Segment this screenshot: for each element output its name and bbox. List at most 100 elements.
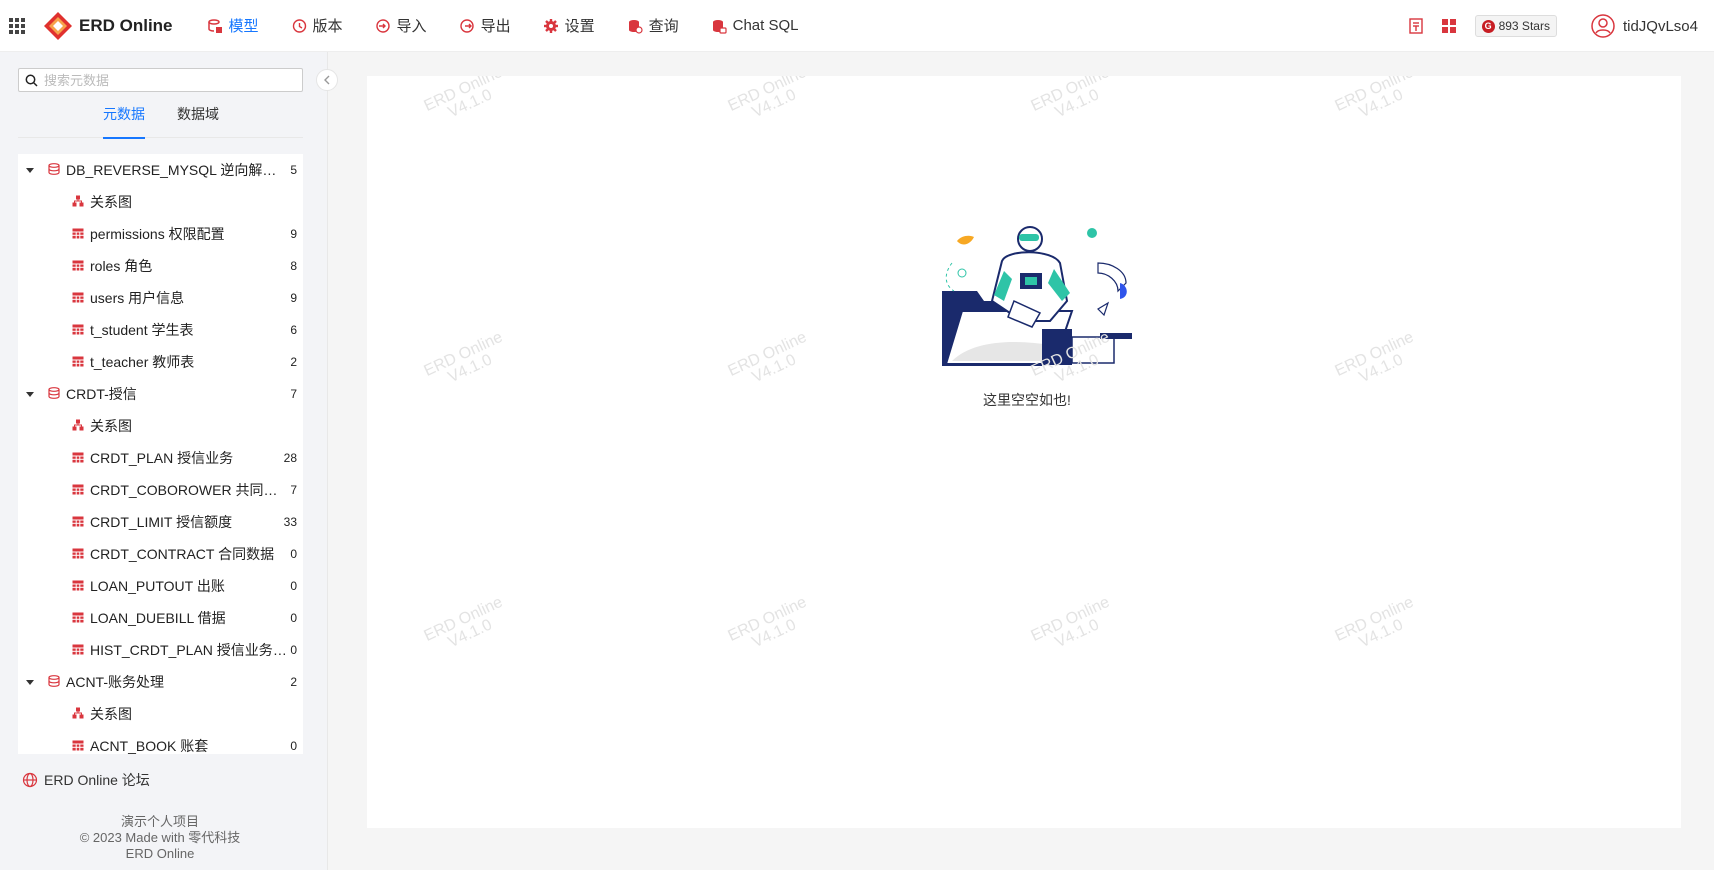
tree-node-icon	[72, 482, 84, 498]
tree-database-node[interactable]: ACNT-账务处理 2	[18, 666, 303, 698]
tree-node-count: 6	[290, 323, 297, 337]
table-icon	[72, 740, 84, 751]
tree-table-node[interactable]: CRDT_LIMIT 授信额度 33	[18, 506, 303, 538]
tree-table-node[interactable]: CRDT_PLAN 授信业务 28	[18, 442, 303, 474]
tree-node-count: 28	[283, 451, 297, 465]
database-icon	[48, 387, 60, 399]
collapse-sidebar-button[interactable]	[316, 69, 338, 91]
nav-settings[interactable]: 设置	[527, 0, 611, 52]
nav-query[interactable]: 查询	[611, 0, 695, 52]
metadata-search[interactable]	[18, 68, 303, 92]
table-icon	[72, 324, 84, 335]
tree-database-node[interactable]: CRDT-授信 7	[18, 378, 303, 410]
nav-settings-label: 设置	[564, 18, 595, 35]
tree-relation-graph[interactable]: 关系图	[18, 698, 303, 730]
watermark-line: ERD Online	[1332, 76, 1417, 115]
tree-relation-graph[interactable]: 关系图	[18, 410, 303, 442]
nav-export[interactable]: 导出	[443, 0, 527, 52]
empty-message: 这里空空如也!	[983, 392, 1071, 408]
tree-table-node[interactable]: LOAN_PUTOUT 出账 0	[18, 570, 303, 602]
caret-down-icon[interactable]	[26, 391, 34, 397]
forum-label: ERD Online 论坛	[44, 772, 150, 788]
tree-node-icon	[72, 418, 84, 434]
tree-node-icon	[72, 546, 84, 562]
app-grid-icon[interactable]	[9, 17, 25, 34]
tree-table-node[interactable]: CRDT_CONTRACT 合同数据 0	[18, 538, 303, 570]
header-tools: G 893 Stars tidJQvLso4	[1408, 0, 1714, 52]
tree-node-count: 2	[290, 355, 297, 369]
grid-squares-icon[interactable]	[1441, 18, 1457, 34]
username: tidJQvLso4	[1622, 17, 1698, 35]
tree-node-icon	[48, 386, 60, 402]
watermark: ERD Online V4.1.0	[719, 326, 823, 397]
tree-node-icon	[72, 642, 84, 658]
sidebar-tabs: 元数据 数据域	[18, 92, 303, 139]
tree-table-node[interactable]: CRDT_COBOROWER 共同借款人 7	[18, 474, 303, 506]
table-icon	[72, 548, 84, 559]
tree-node-count: 7	[290, 483, 297, 497]
search-input[interactable]	[44, 72, 284, 88]
user-menu[interactable]: tidJQvLso4	[1591, 14, 1698, 38]
watermark: ERD Online V4.1.0	[1022, 591, 1126, 662]
table-icon	[72, 356, 84, 367]
watermark: ERD Online V4.1.0	[1326, 76, 1430, 133]
watermark-line: V4.1.0	[445, 616, 495, 652]
nav-version-label: 版本	[312, 18, 343, 35]
tab-data-domain[interactable]: 数据域	[177, 92, 219, 138]
watermark-line: ERD Online	[1332, 328, 1417, 380]
tree-node-icon	[72, 354, 84, 370]
nav-version[interactable]: 版本	[275, 0, 359, 52]
tree-node-icon	[72, 706, 84, 722]
nav-model[interactable]: 模型	[191, 0, 275, 52]
nav-chat-sql[interactable]: Chat SQL	[695, 0, 815, 52]
tree-table-node[interactable]: HIST_CRDT_PLAN 授信业务历史 0	[18, 634, 303, 666]
tree-relation-graph[interactable]: 关系图	[18, 186, 303, 218]
table-icon	[72, 260, 84, 271]
tree-table-node[interactable]: roles 角色 8	[18, 250, 303, 282]
watermark-line: V4.1.0	[1356, 86, 1406, 122]
document-icon[interactable]	[1408, 18, 1423, 34]
caret-down-icon[interactable]	[26, 679, 34, 685]
nav-query-label: 查询	[648, 18, 679, 35]
top-navigation-bar: ERD Online 模型 版本 导入 导出 设置 查询 Chat SQL G …	[0, 0, 1714, 52]
tree-table-node[interactable]: LOAN_DUEBILL 借据 0	[18, 602, 303, 634]
tree-node-count: 33	[283, 515, 297, 529]
tree-node-label: CRDT_COBOROWER 共同借款人	[90, 482, 290, 498]
table-icon	[72, 292, 84, 303]
app-name: ERD Online	[79, 15, 173, 35]
forum-link[interactable]: ERD Online 论坛	[22, 770, 150, 790]
tree-node-icon	[72, 578, 84, 594]
user-avatar-icon	[1591, 14, 1615, 38]
tree-table-node[interactable]: users 用户信息 9	[18, 282, 303, 314]
watermark-line: ERD Online	[725, 76, 810, 115]
table-icon	[72, 644, 84, 655]
tree-table-node[interactable]: t_teacher 教师表 2	[18, 346, 303, 378]
footer-line-1: 演示个人项目	[120, 814, 199, 829]
gear-icon	[543, 18, 558, 33]
tree-node-label: roles 角色	[90, 258, 153, 274]
app-logo[interactable]: ERD Online	[43, 11, 173, 41]
watermark-line: ERD Online	[725, 328, 810, 380]
search-icon	[25, 74, 38, 87]
watermark-line: ERD Online	[725, 593, 810, 645]
tree-node-icon	[72, 194, 84, 210]
nav-import[interactable]: 导入	[359, 0, 443, 52]
tree-table-node[interactable]: ACNT_BOOK 账套 0	[18, 730, 303, 754]
tree-node-count: 9	[290, 291, 297, 305]
watermark: ERD Online V4.1.0	[1326, 591, 1430, 662]
table-icon	[72, 612, 84, 623]
tree-database-node[interactable]: DB_REVERSE_MYSQL 逆向解析的数据库 5	[18, 154, 303, 186]
tree-node-icon	[48, 674, 60, 690]
tab-metadata[interactable]: 元数据	[103, 92, 145, 139]
watermark: ERD Online V4.1.0	[415, 591, 519, 662]
sidebar: 元数据 数据域 DB_REVERSE_MYSQL 逆向解析的数据库 5 关系图 per…	[0, 52, 338, 870]
tree-node-icon	[72, 450, 84, 466]
watermark: ERD Online V4.1.0	[719, 76, 823, 133]
tree-table-node[interactable]: t_student 学生表 6	[18, 314, 303, 346]
caret-down-icon[interactable]	[26, 167, 34, 173]
tree-table-node[interactable]: permissions 权限配置 9	[18, 218, 303, 250]
github-stars-badge[interactable]: G 893 Stars	[1474, 15, 1557, 37]
stars-count: 893 Stars	[1498, 19, 1550, 33]
database-query-icon	[628, 19, 643, 34]
tree-node-label: users 用户信息	[90, 290, 185, 306]
